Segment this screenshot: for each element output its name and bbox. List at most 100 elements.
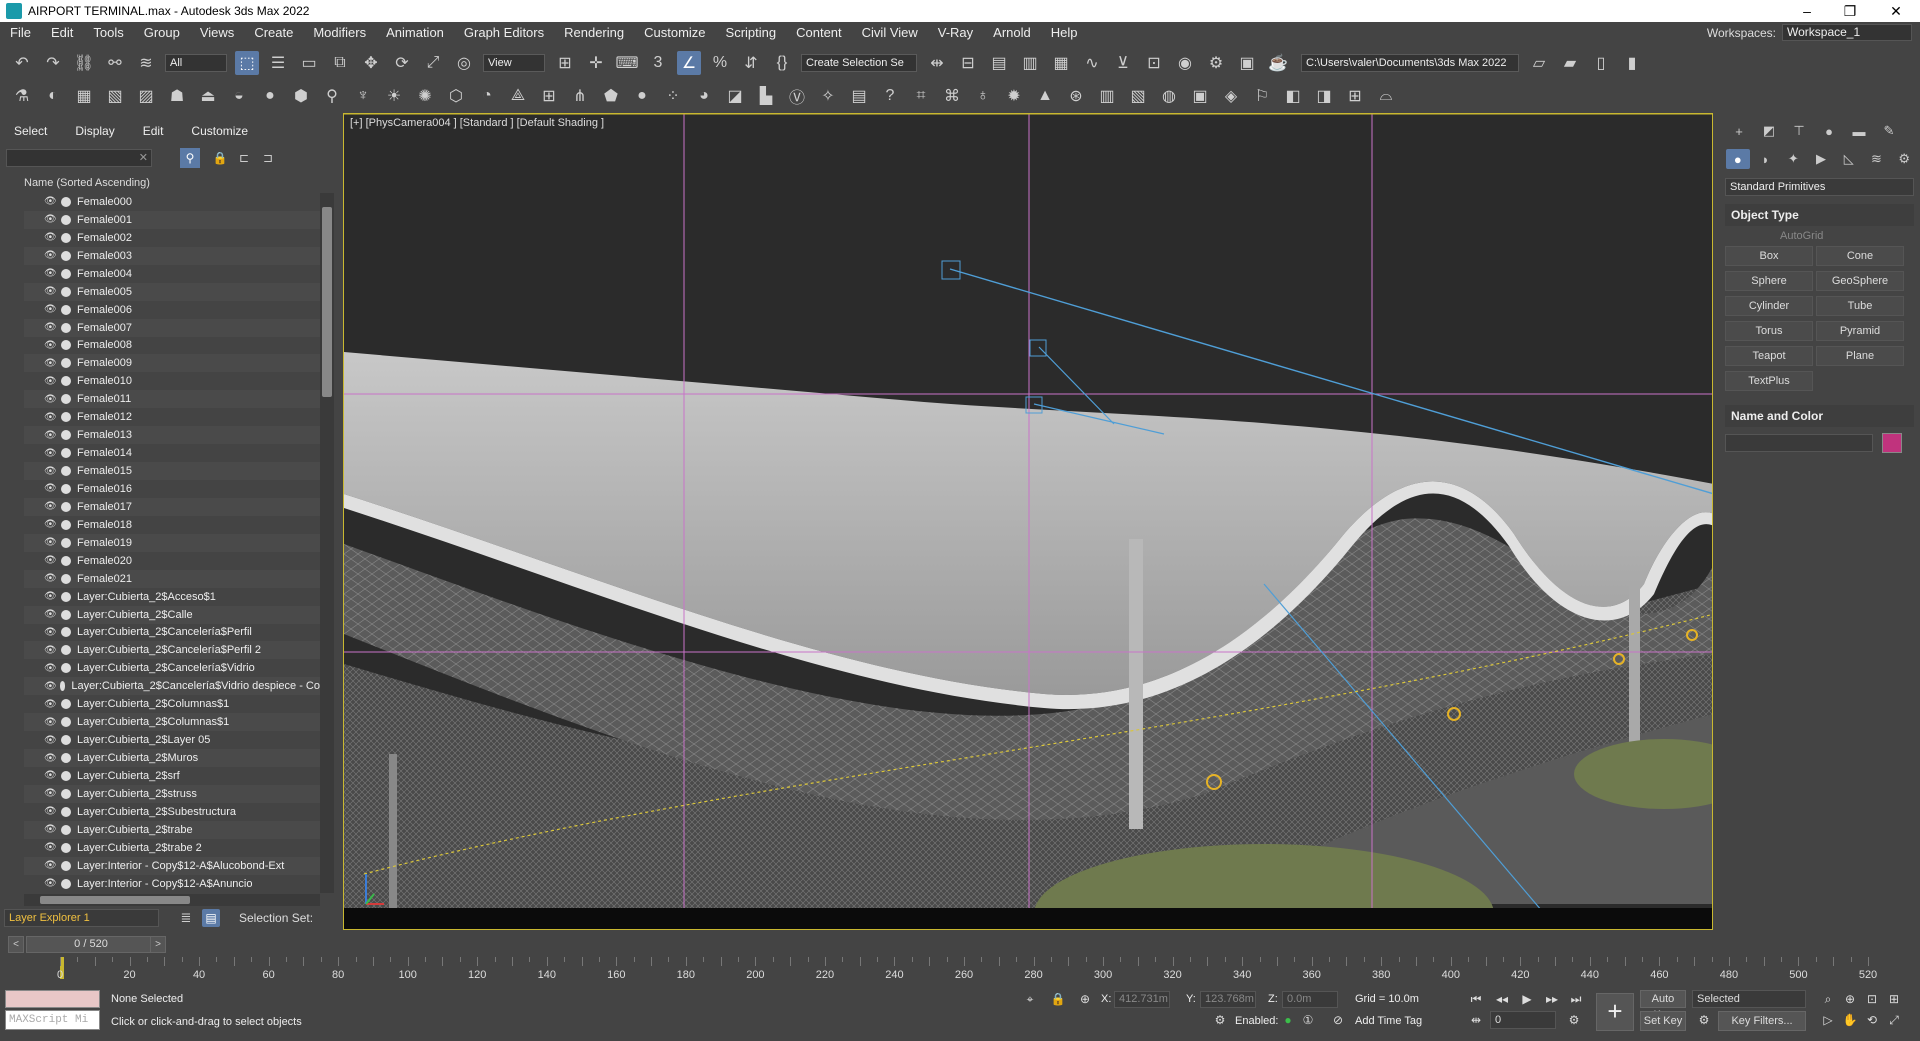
- visibility-eye-icon[interactable]: 👁: [44, 609, 58, 620]
- minimize-button[interactable]: –: [1787, 0, 1827, 22]
- list-item[interactable]: 👁 Female010: [24, 372, 320, 390]
- systems-icon[interactable]: ⚙: [1892, 149, 1916, 169]
- render-setup-icon[interactable]: ⚙: [1204, 51, 1228, 75]
- visibility-eye-icon[interactable]: 👁: [44, 573, 58, 584]
- isolate-selection-icon[interactable]: ⌖: [1020, 990, 1040, 1008]
- selection-filter-dropdown[interactable]: All: [165, 54, 227, 72]
- freeze-toggle-icon[interactable]: [61, 860, 71, 871]
- list-item[interactable]: 👁 Layer:Cubierta_2$Cancelería$Perfil 2: [24, 641, 320, 660]
- freeze-toggle-icon[interactable]: [61, 412, 71, 423]
- list-item[interactable]: 👁 Female008: [24, 337, 320, 355]
- object-color-swatch[interactable]: [1882, 433, 1902, 453]
- light-spot-icon[interactable]: ▲: [1033, 84, 1057, 108]
- visibility-eye-icon[interactable]: 👁: [44, 842, 58, 853]
- lock-icon[interactable]: 🔒: [210, 148, 230, 168]
- freeze-toggle-icon[interactable]: [61, 770, 71, 781]
- vray-frame-buffer-icon[interactable]: ▦: [72, 84, 96, 108]
- time-tag-icon[interactable]: ①: [1298, 1011, 1318, 1029]
- next-key-icon[interactable]: ▸▸: [1542, 990, 1562, 1008]
- sphere-button[interactable]: Sphere: [1725, 271, 1813, 291]
- freeze-toggle-icon[interactable]: [61, 376, 71, 387]
- menu-edit[interactable]: Edit: [41, 22, 83, 43]
- arnold-scatter-icon[interactable]: ◈: [1219, 84, 1243, 108]
- freeze-toggle-icon[interactable]: [61, 268, 71, 279]
- visibility-eye-icon[interactable]: 👁: [44, 645, 58, 656]
- visibility-eye-icon[interactable]: 👁: [44, 537, 58, 548]
- scene-explorer-icon[interactable]: ▤: [987, 51, 1011, 75]
- scene-search-input[interactable]: ✕: [6, 149, 152, 167]
- maxscript-mini-listener[interactable]: MAXScript Mi: [5, 1010, 100, 1030]
- freeze-toggle-icon[interactable]: [61, 286, 71, 297]
- freeze-toggle-icon[interactable]: [61, 430, 71, 441]
- arnold-render-icon[interactable]: ▤: [847, 84, 871, 108]
- list-item[interactable]: 👁 Female009: [24, 354, 320, 373]
- prev-frame-icon[interactable]: <: [8, 936, 24, 953]
- visibility-eye-icon[interactable]: 👁: [44, 717, 58, 728]
- teapot-button[interactable]: Teapot: [1725, 346, 1813, 366]
- keyboard-shortcut-icon[interactable]: ⌨: [615, 51, 639, 75]
- project-open-icon[interactable]: ▯: [1589, 51, 1613, 75]
- visibility-eye-icon[interactable]: 👁: [44, 358, 58, 369]
- visibility-eye-icon[interactable]: 👁: [44, 860, 58, 871]
- link-icon[interactable]: ⛓: [72, 51, 96, 75]
- pan-view-icon[interactable]: ✋: [1840, 1011, 1860, 1029]
- space-warps-icon[interactable]: ≋: [1865, 149, 1889, 169]
- freeze-toggle-icon[interactable]: [61, 322, 71, 333]
- list-item[interactable]: 👁 Female018: [24, 516, 320, 534]
- freeze-toggle-icon[interactable]: [61, 824, 71, 835]
- menu-views[interactable]: Views: [190, 22, 244, 43]
- freeze-toggle-icon[interactable]: [61, 627, 71, 638]
- render-view-icon[interactable]: ⌗: [909, 84, 933, 108]
- menu-tools[interactable]: Tools: [83, 22, 133, 43]
- geosphere-button[interactable]: GeoSphere: [1816, 271, 1904, 291]
- visibility-eye-icon[interactable]: 👁: [44, 394, 58, 405]
- list-item[interactable]: 👁 Female019: [24, 533, 320, 552]
- cone-button[interactable]: Cone: [1816, 246, 1904, 266]
- layers-stack-icon[interactable]: ≣: [177, 909, 195, 927]
- vray-env-icon[interactable]: ◕: [692, 84, 716, 108]
- visibility-eye-icon[interactable]: 👁: [44, 430, 58, 441]
- visibility-eye-icon[interactable]: 👁: [44, 663, 58, 674]
- adaptive-degradation-icon[interactable]: ⚙: [1210, 1011, 1230, 1029]
- lights-icon[interactable]: ✦: [1781, 149, 1805, 169]
- shapes-icon[interactable]: ◗: [1754, 149, 1778, 169]
- list-vertical-scrollbar[interactable]: [320, 193, 334, 893]
- vray-scatter-icon[interactable]: ⁘: [661, 84, 685, 108]
- visibility-eye-icon[interactable]: 👁: [44, 286, 58, 297]
- visibility-eye-icon[interactable]: 👁: [44, 340, 58, 351]
- list-item[interactable]: 👁 Female021: [24, 569, 320, 588]
- menu-civil-view[interactable]: Civil View: [852, 22, 928, 43]
- menu-scripting[interactable]: Scripting: [716, 22, 787, 43]
- redo-icon[interactable]: ↷: [41, 51, 65, 75]
- list-item[interactable]: 👁 Layer:Cubierta_2$Cancelería$Vidrio: [24, 659, 320, 677]
- visibility-eye-icon[interactable]: 👁: [44, 824, 58, 835]
- window-crossing-icon[interactable]: ⧉: [328, 51, 352, 75]
- menu-help[interactable]: Help: [1041, 22, 1088, 43]
- visibility-eye-icon[interactable]: 👁: [44, 448, 58, 459]
- menu-customize[interactable]: Customize: [634, 22, 715, 43]
- freeze-toggle-icon[interactable]: [61, 214, 71, 225]
- next-frame-icon[interactable]: >: [150, 936, 166, 953]
- menu-modifiers[interactable]: Modifiers: [303, 22, 376, 43]
- close-button[interactable]: ✕: [1876, 0, 1916, 22]
- menu-graph-editors[interactable]: Graph Editors: [454, 22, 554, 43]
- layer-hierarchy-icon[interactable]: ⊐: [258, 148, 278, 168]
- undo-icon[interactable]: ↶: [10, 51, 34, 75]
- list-item[interactable]: 👁 Female017: [24, 497, 320, 516]
- visibility-eye-icon[interactable]: 👁: [44, 250, 58, 261]
- vray-light-icon[interactable]: ☗: [165, 84, 189, 108]
- arnold-help-icon[interactable]: ?: [878, 84, 902, 108]
- list-item[interactable]: 👁 Female016: [24, 480, 320, 498]
- arnold-light-icon[interactable]: ✧: [816, 84, 840, 108]
- list-horizontal-scrollbar[interactable]: [24, 894, 320, 906]
- visibility-eye-icon[interactable]: 👁: [44, 483, 58, 494]
- workspace-dropdown[interactable]: Workspace_1: [1782, 24, 1912, 41]
- visibility-eye-icon[interactable]: 👁: [44, 555, 58, 566]
- list-item[interactable]: 👁 Layer:Cubierta_2$Subestructura: [24, 803, 320, 821]
- project-close-icon[interactable]: ▮: [1620, 51, 1644, 75]
- freeze-toggle-icon[interactable]: [61, 591, 71, 602]
- named-selection-dropdown[interactable]: Create Selection Se: [801, 54, 917, 72]
- list-item[interactable]: 👁 Layer:Cubierta_2$Layer 05: [24, 731, 320, 749]
- freeze-toggle-icon[interactable]: [61, 466, 71, 477]
- freeze-toggle-icon[interactable]: [61, 340, 71, 351]
